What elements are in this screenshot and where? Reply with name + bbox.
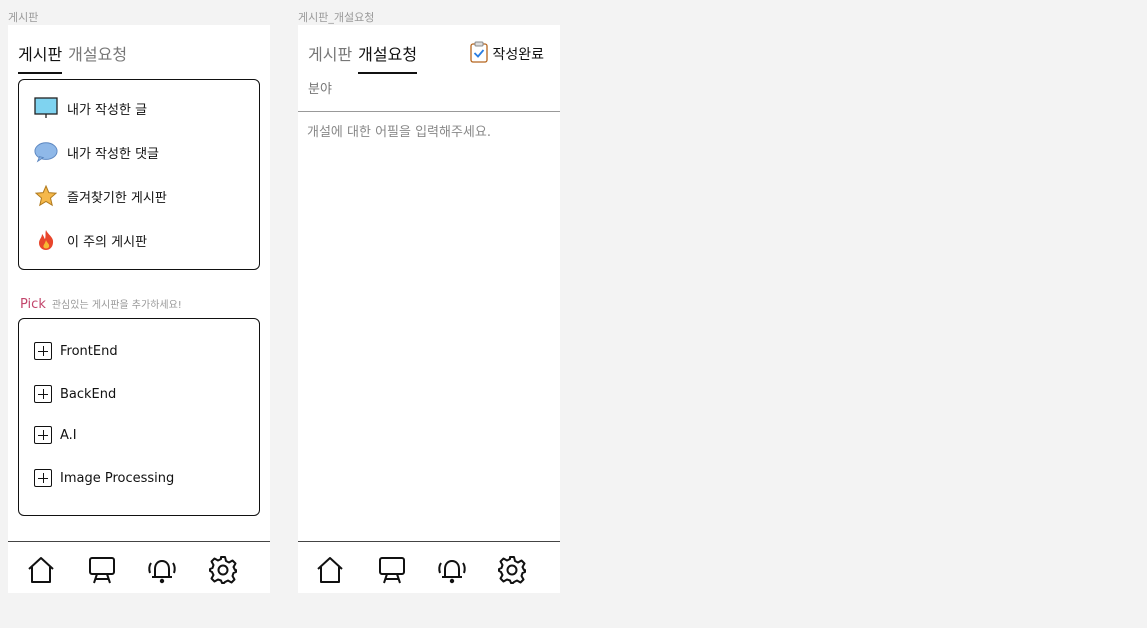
pick-item-label: Image Processing <box>60 470 175 486</box>
menu-item-weekly-board[interactable]: 이 주의 게시판 <box>34 228 147 252</box>
board-screen: 게시판 개설요청 내가 작성한 글 내가 작성한 댓글 즐겨찾기한 게시판 이 … <box>8 25 270 593</box>
bell-icon[interactable] <box>435 553 469 587</box>
submit-label: 작성완료 <box>492 47 544 63</box>
frame-label-board: 게시판 <box>8 11 39 24</box>
pick-subtitle: 관심있는 게시판을 추가하세요! <box>51 300 182 311</box>
menu-item-label: 내가 작성한 댓글 <box>67 146 159 162</box>
pick-item-label: A.I <box>60 427 77 443</box>
home-icon[interactable] <box>24 553 58 587</box>
pick-title: Pick <box>20 297 46 312</box>
open-request-screen: 게시판 개설요청 작성완료 분야 <box>298 25 560 593</box>
frame-label-open-request: 게시판_개설요청 <box>298 11 375 24</box>
tab-open-request[interactable]: 개설요청 <box>68 41 127 74</box>
tab-open-request[interactable]: 개설요청 <box>358 41 418 74</box>
menu-item-label: 즐겨찾기한 게시판 <box>67 190 167 206</box>
pick-header: Pick 관심있는 게시판을 추가하세요! <box>20 296 182 312</box>
field-divider <box>298 111 560 112</box>
tab-board[interactable]: 게시판 <box>308 41 352 74</box>
plus-icon <box>34 342 52 360</box>
gear-icon[interactable] <box>495 553 529 587</box>
pick-item-frontend[interactable]: FrontEnd <box>34 342 118 360</box>
menu-item-my-posts[interactable]: 내가 작성한 글 <box>34 96 147 120</box>
tab-bar: 게시판 개설요청 <box>308 41 418 74</box>
pick-list: FrontEnd BackEnd A.I Image Processing <box>18 318 260 516</box>
menu-item-favorite-boards[interactable]: 즐겨찾기한 게시판 <box>34 184 167 208</box>
category-field[interactable]: 분야 <box>308 78 332 97</box>
nav-divider <box>8 541 270 542</box>
board-icon[interactable] <box>85 553 119 587</box>
pick-item-ai[interactable]: A.I <box>34 426 77 444</box>
speech-bubble-icon <box>34 140 58 164</box>
bottom-nav <box>298 551 560 591</box>
appeal-textarea[interactable] <box>307 121 551 521</box>
submit-button[interactable]: 작성완료 <box>470 41 544 67</box>
pick-item-label: FrontEnd <box>60 343 118 359</box>
tab-bar: 게시판 개설요청 <box>18 41 127 74</box>
clipboard-check-icon <box>470 41 489 67</box>
menu-item-my-comments[interactable]: 내가 작성한 댓글 <box>34 140 159 164</box>
pick-item-backend[interactable]: BackEnd <box>34 385 116 403</box>
nav-divider <box>298 541 560 542</box>
bottom-nav <box>8 551 270 591</box>
fire-icon <box>34 228 58 252</box>
menu-item-label: 이 주의 게시판 <box>67 234 148 250</box>
board-icon <box>34 96 58 120</box>
star-icon <box>34 184 58 208</box>
plus-icon <box>34 469 52 487</box>
plus-icon <box>34 426 52 444</box>
plus-icon <box>34 385 52 403</box>
my-activity-menu: 내가 작성한 글 내가 작성한 댓글 즐겨찾기한 게시판 이 주의 게시판 <box>18 79 260 270</box>
board-icon[interactable] <box>375 553 409 587</box>
tab-board[interactable]: 게시판 <box>18 41 63 74</box>
pick-item-label: BackEnd <box>60 386 117 402</box>
menu-item-label: 내가 작성한 글 <box>67 102 148 118</box>
pick-item-image-processing[interactable]: Image Processing <box>34 469 174 487</box>
bell-icon[interactable] <box>145 553 179 587</box>
gear-icon[interactable] <box>206 553 240 587</box>
home-icon[interactable] <box>313 553 347 587</box>
